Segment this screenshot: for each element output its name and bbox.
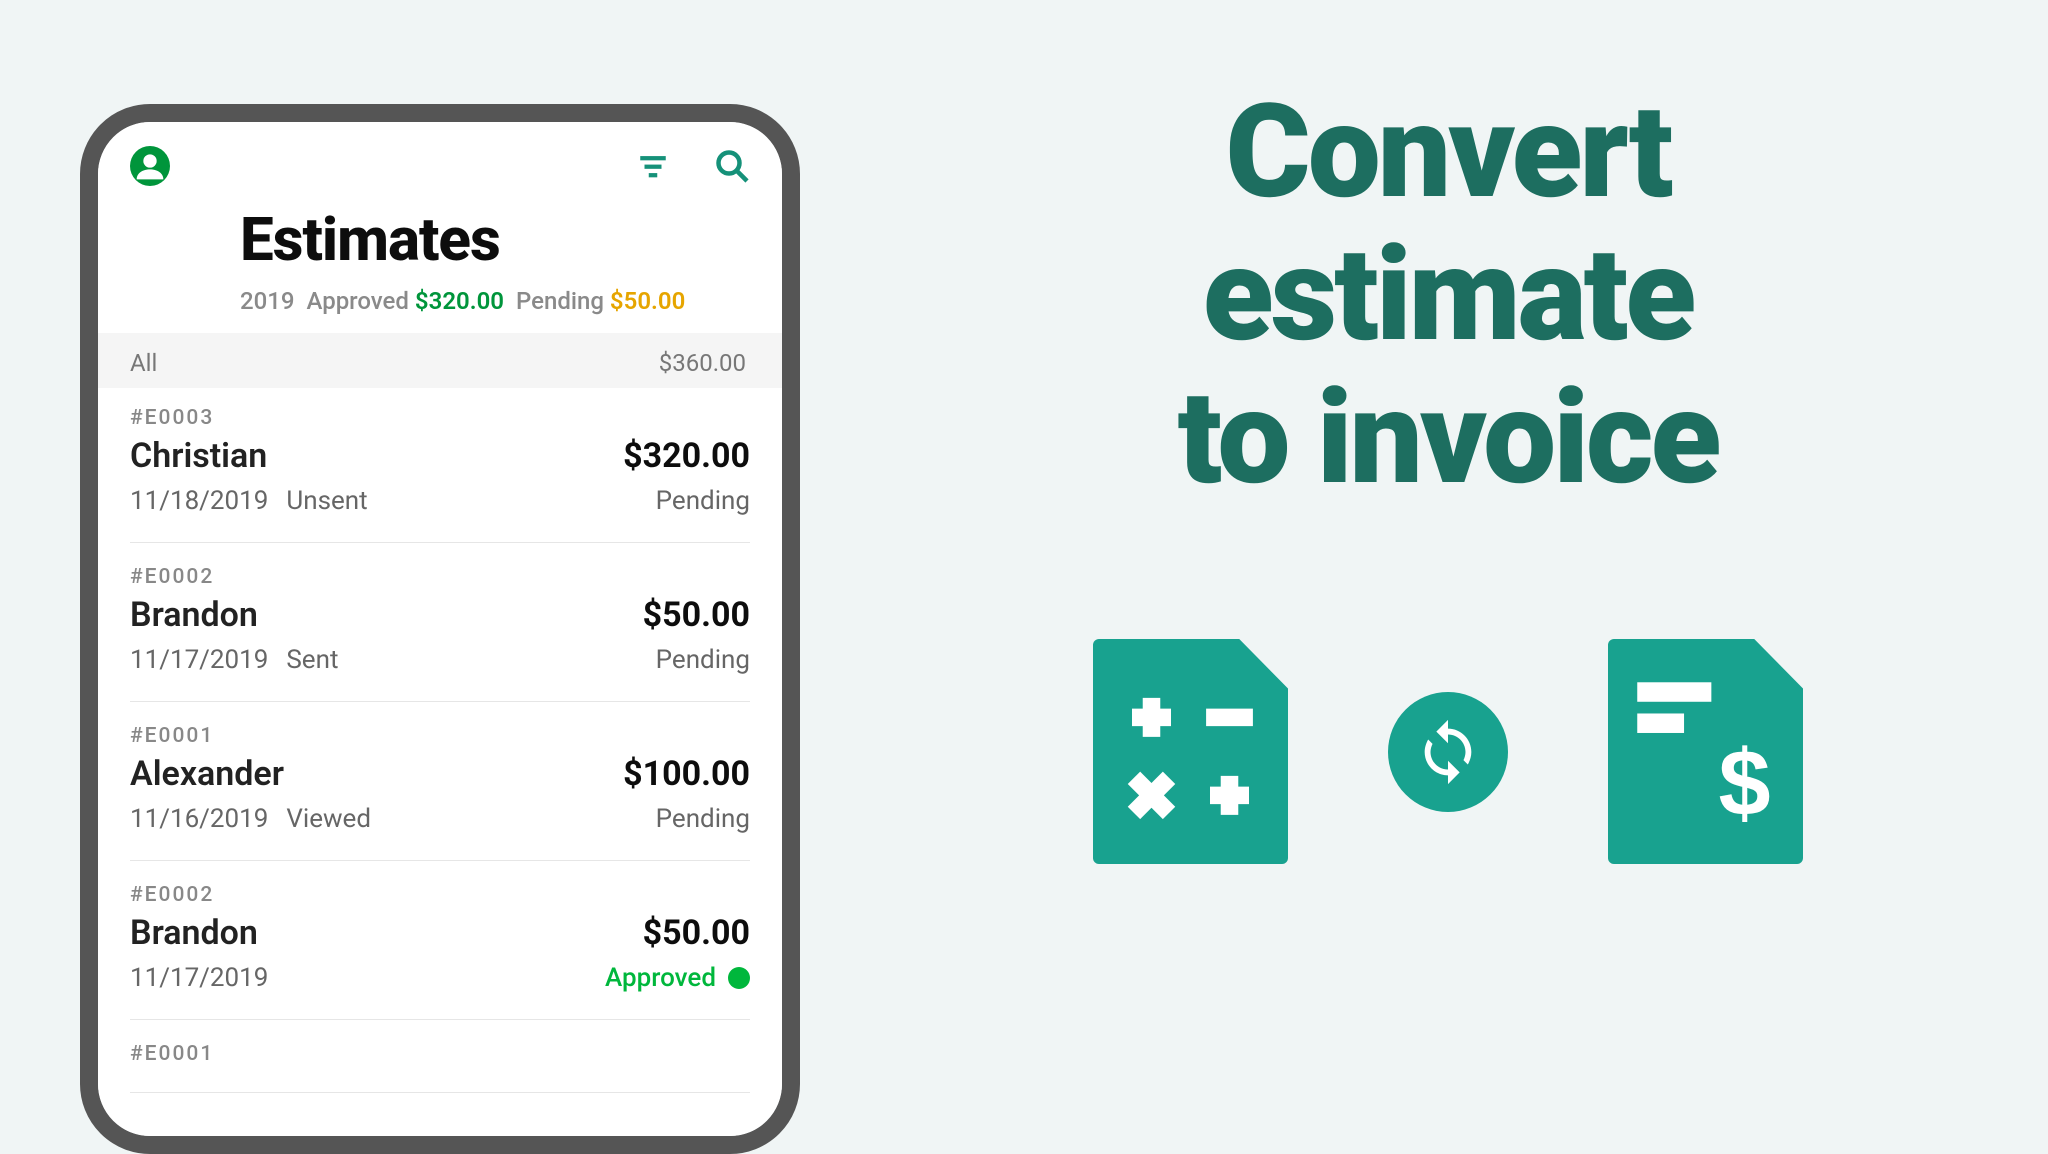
summary-year: 2019 (240, 287, 295, 315)
estimate-row[interactable]: #E0002 Brandon $50.00 11/17/2019 Approve… (130, 861, 750, 1020)
estimate-row[interactable]: #E0003 Christian $320.00 11/18/2019 Unse… (130, 388, 750, 543)
estimate-amount: $320.00 (623, 436, 750, 476)
summary-pending-amount: $50.00 (610, 287, 685, 315)
approved-dot-icon (728, 967, 750, 989)
estimate-name: Brandon (130, 595, 258, 635)
estimate-date: 11/16/2019 (130, 804, 268, 834)
marketing-headline: Convert estimate to invoice (848, 80, 2048, 509)
page-title: Estimates (240, 204, 750, 275)
estimate-id: #E0001 (130, 724, 750, 748)
estimate-row[interactable]: #E0001 (130, 1020, 750, 1093)
svg-text:$: $ (1718, 730, 1770, 835)
all-summary-row[interactable]: All $360.00 (98, 333, 782, 388)
summary-approved-label: Approved (307, 287, 409, 315)
estimate-name: Christian (130, 436, 267, 476)
estimate-sent-status: Viewed (286, 804, 371, 834)
calculator-document-icon (1093, 639, 1288, 864)
estimate-sent-status: Unsent (286, 486, 367, 516)
summary-line: 2019 Approved $320.00 Pending $50.00 (240, 287, 750, 315)
all-total: $360.00 (659, 349, 746, 377)
estimate-amount: $100.00 (623, 754, 750, 794)
summary-approved-amount: $320.00 (415, 287, 504, 315)
marketing-panel: Convert estimate to invoice (848, 80, 2048, 864)
app-topbar (98, 122, 782, 190)
estimate-id: #E0003 (130, 406, 750, 430)
sync-icon (1388, 692, 1508, 812)
profile-icon[interactable] (130, 146, 170, 190)
estimate-id: #E0002 (130, 883, 750, 907)
estimate-row[interactable]: #E0002 Brandon $50.00 11/17/2019 Sent Pe… (130, 543, 750, 702)
estimate-amount: $50.00 (643, 913, 750, 953)
estimate-pay-status: Pending (656, 645, 750, 675)
estimate-name: Brandon (130, 913, 258, 953)
estimate-id: #E0002 (130, 565, 750, 589)
all-label: All (130, 349, 160, 378)
estimate-sent-status: Sent (286, 645, 338, 675)
estimate-date: 11/17/2019 (130, 645, 268, 675)
estimate-name: Alexander (130, 754, 284, 794)
filter-icon[interactable] (636, 149, 670, 187)
estimate-date: 11/17/2019 (130, 963, 268, 993)
estimate-row[interactable]: #E0001 Alexander $100.00 11/16/2019 View… (130, 702, 750, 861)
phone-frame: Estimates 2019 Approved $320.00 Pending … (80, 104, 800, 1154)
estimate-id: #E0001 (130, 1042, 750, 1066)
search-icon[interactable] (714, 148, 750, 188)
estimate-date: 11/18/2019 (130, 486, 268, 516)
estimate-pay-status: Pending (656, 804, 750, 834)
estimates-list: #E0003 Christian $320.00 11/18/2019 Unse… (98, 388, 782, 1136)
estimate-amount: $50.00 (643, 595, 750, 635)
summary-pending-label: Pending (516, 287, 604, 315)
estimate-pay-status: Approved (605, 963, 750, 993)
estimate-pay-status: Pending (656, 486, 750, 516)
invoice-document-icon: $ (1608, 639, 1803, 864)
